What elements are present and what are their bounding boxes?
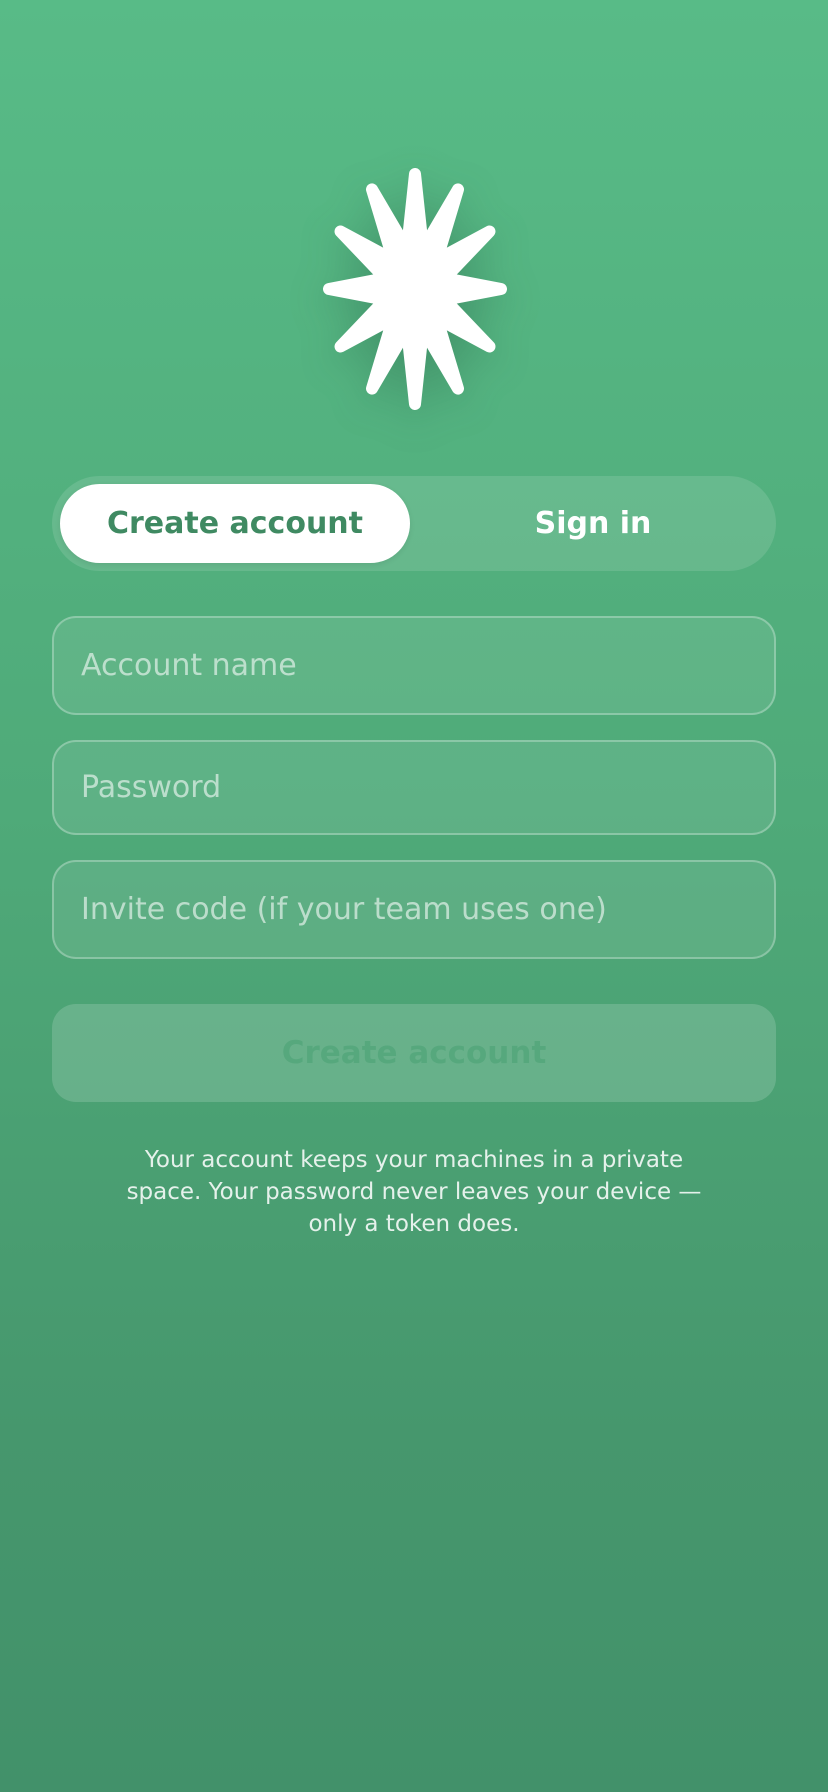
invite-code-input[interactable] (81, 892, 774, 927)
password-field[interactable] (52, 740, 776, 835)
create-account-button[interactable]: Create account (52, 1004, 776, 1102)
account-name-input[interactable] (81, 648, 774, 683)
tab-sign-in[interactable]: Sign in (418, 484, 768, 563)
login-screen: Create account Sign in Create account Yo… (0, 0, 828, 1792)
asterisk-star-icon (310, 168, 520, 410)
password-input[interactable] (81, 770, 774, 805)
auth-mode-switch: Create account Sign in (52, 476, 776, 571)
account-name-field[interactable] (52, 616, 776, 715)
invite-code-field[interactable] (52, 860, 776, 959)
privacy-note: Your account keeps your machines in a pr… (126, 1147, 702, 1237)
tab-create-account[interactable]: Create account (60, 484, 410, 563)
